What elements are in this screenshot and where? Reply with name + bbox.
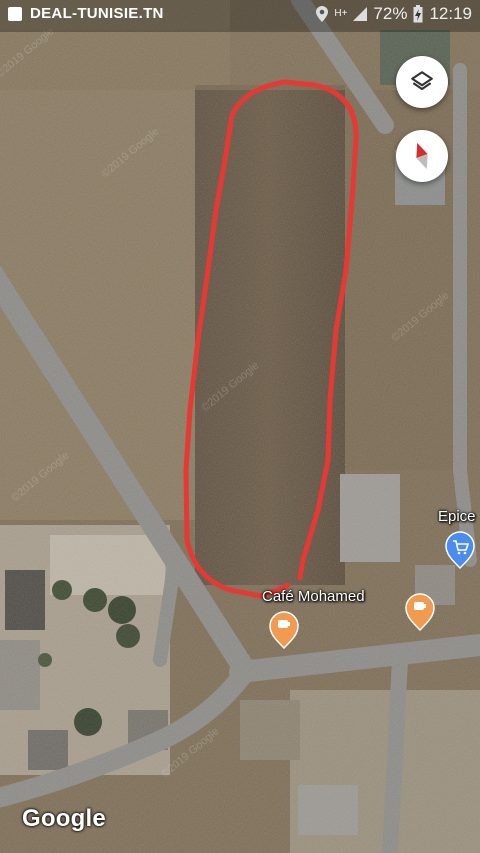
- poi-label-cafe-mohamed[interactable]: Café Mohamed: [262, 588, 365, 605]
- compass-button[interactable]: [396, 130, 448, 182]
- compass-icon: [416, 142, 428, 170]
- cup-handle: [423, 604, 426, 608]
- cup-glyph: [414, 602, 424, 610]
- app-label: DEAL-TUNISIE.TN: [30, 5, 164, 22]
- location-icon: [316, 6, 329, 22]
- satellite-map[interactable]: ©2019 Google ©2019 Google ©2019 Google ©…: [0, 0, 480, 853]
- battery-charging-icon: [413, 5, 423, 23]
- layers-icon: [411, 71, 433, 91]
- signal-icon: [353, 7, 368, 21]
- status-bar-left: DEAL-TUNISIE.TN: [8, 5, 164, 22]
- status-bar: DEAL-TUNISIE.TN H+ 72% 12:19: [0, 0, 480, 32]
- notification-icon: [8, 6, 22, 21]
- network-type: H+: [334, 8, 348, 19]
- cup-glyph: [278, 620, 288, 628]
- clock: 12:19: [429, 4, 472, 23]
- battery-percent: 72%: [373, 4, 408, 23]
- cup-handle: [287, 622, 290, 626]
- google-attribution: Google: [22, 805, 106, 832]
- texture: [0, 0, 480, 853]
- poi-label-epice[interactable]: Epice: [438, 508, 476, 525]
- cart-wheel: [457, 551, 461, 555]
- cart-wheel: [463, 551, 467, 555]
- status-bar-right: H+ 72% 12:19: [316, 4, 472, 24]
- layers-button[interactable]: [396, 56, 448, 108]
